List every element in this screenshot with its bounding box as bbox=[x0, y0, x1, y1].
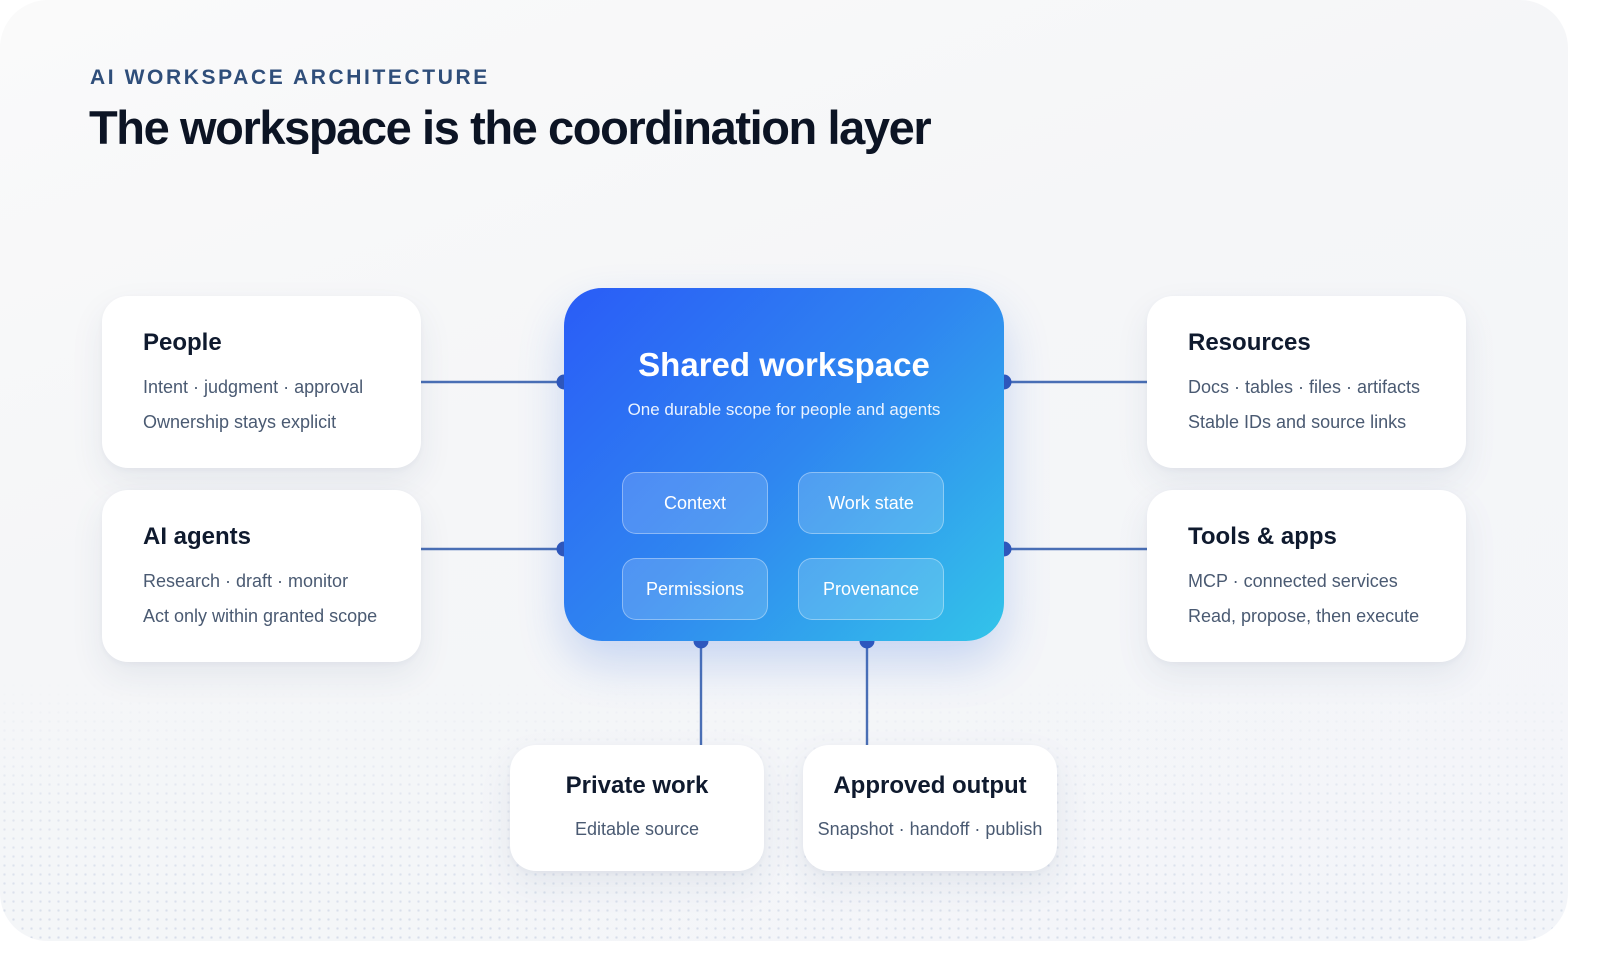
node-people: People Intent · judgment · approval Owne… bbox=[102, 296, 421, 468]
chip-context: Context bbox=[622, 472, 768, 534]
node-line: Editable source bbox=[574, 819, 700, 839]
node-line: MCP · connected services bbox=[1188, 571, 1398, 591]
node-private-work: Private work Editable source bbox=[510, 745, 764, 871]
hub-subtitle: One durable scope for people and agents bbox=[627, 400, 941, 419]
node-line: Ownership stays explicit bbox=[143, 412, 337, 432]
chip-work-state: Work state bbox=[798, 472, 944, 534]
hub-title: Shared workspace bbox=[638, 346, 930, 383]
diagram-canvas: AI WORKSPACE ARCHITECTURE The workspace … bbox=[0, 0, 1568, 941]
node-title: People bbox=[143, 329, 222, 356]
node-line: Snapshot · handoff · publish bbox=[817, 819, 1043, 839]
node-line: Read, propose, then execute bbox=[1188, 606, 1420, 626]
node-line: Research · draft · monitor bbox=[143, 571, 349, 591]
node-title: Approved output bbox=[833, 772, 1027, 799]
node-title: Private work bbox=[565, 772, 709, 799]
node-ai-agents: AI agents Research · draft · monitor Act… bbox=[102, 490, 421, 662]
chip-provenance: Provenance bbox=[798, 558, 944, 620]
node-title: AI agents bbox=[143, 523, 252, 550]
node-line: Stable IDs and source links bbox=[1188, 412, 1407, 432]
chip-permissions: Permissions bbox=[622, 558, 768, 620]
node-resources: Resources Docs · tables · files · artifa… bbox=[1147, 296, 1466, 468]
shared-workspace-hub: Shared workspace One durable scope for p… bbox=[564, 288, 1004, 641]
node-line: Intent · judgment · approval bbox=[143, 377, 364, 397]
node-tools-apps: Tools & apps MCP · connected services Re… bbox=[1147, 490, 1466, 662]
node-title: Resources bbox=[1188, 329, 1311, 356]
node-line: Docs · tables · files · artifacts bbox=[1188, 377, 1421, 397]
node-title: Tools & apps bbox=[1188, 523, 1337, 550]
node-line: Act only within granted scope bbox=[143, 606, 378, 626]
node-approved-output: Approved output Snapshot · handoff · pub… bbox=[803, 745, 1057, 871]
